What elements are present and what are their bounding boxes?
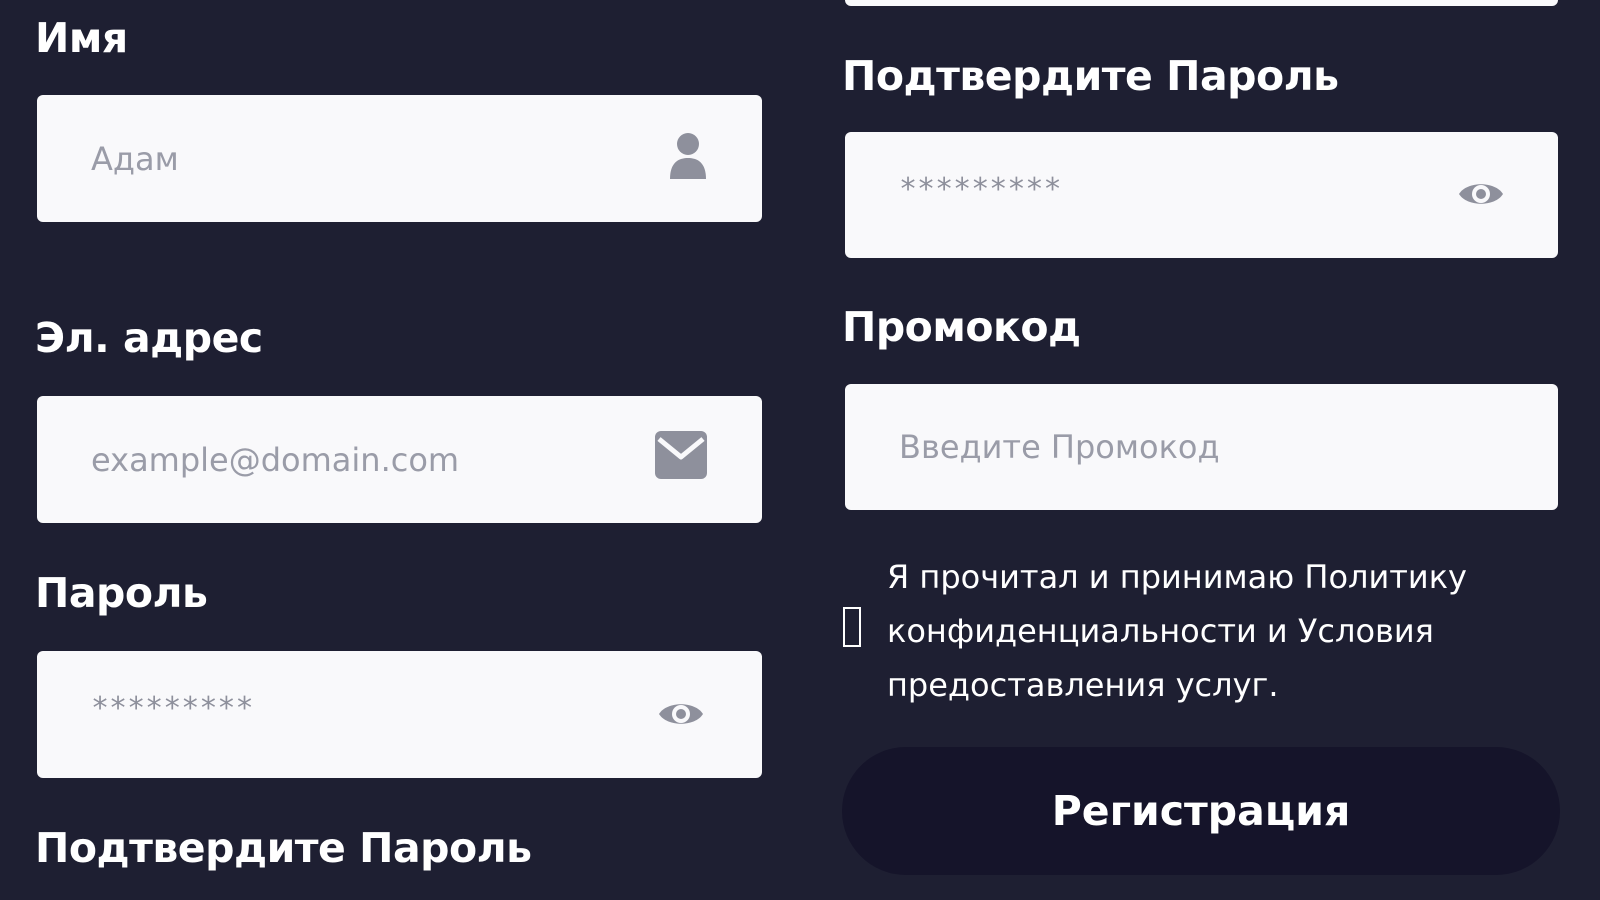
terms-checkbox[interactable]: [843, 607, 861, 647]
email-field[interactable]: [37, 396, 762, 523]
register-button[interactable]: Регистрация: [842, 747, 1560, 875]
name-label: Имя: [35, 14, 128, 62]
terms-text: Я прочитал и принимаю Политику конфиденц…: [887, 558, 1467, 704]
password-masked-value[interactable]: *********: [91, 691, 254, 726]
registration-page: Имя Эл. адрес Пароль ********* Подтверди…: [0, 0, 1600, 900]
confirm-password-masked-value[interactable]: *********: [899, 172, 1062, 207]
partial-input-field[interactable]: [845, 0, 1558, 6]
promo-field[interactable]: [845, 384, 1558, 510]
eye-icon[interactable]: [1457, 178, 1505, 210]
password-label: Пароль: [35, 569, 208, 617]
confirm-password-label-left: Подтвердите Пароль: [35, 824, 532, 872]
email-input[interactable]: [91, 396, 631, 523]
name-field[interactable]: [37, 95, 762, 222]
promo-label: Промокод: [842, 303, 1081, 351]
name-input[interactable]: [91, 95, 631, 222]
confirm-password-label: Подтвердите Пароль: [842, 52, 1339, 100]
eye-icon[interactable]: [657, 698, 705, 730]
user-icon: [670, 133, 706, 179]
confirm-password-field[interactable]: *********: [845, 132, 1558, 258]
email-label: Эл. адрес: [35, 314, 263, 362]
promo-input[interactable]: [899, 384, 1439, 510]
envelope-icon: [655, 431, 707, 479]
password-field[interactable]: *********: [37, 651, 762, 778]
